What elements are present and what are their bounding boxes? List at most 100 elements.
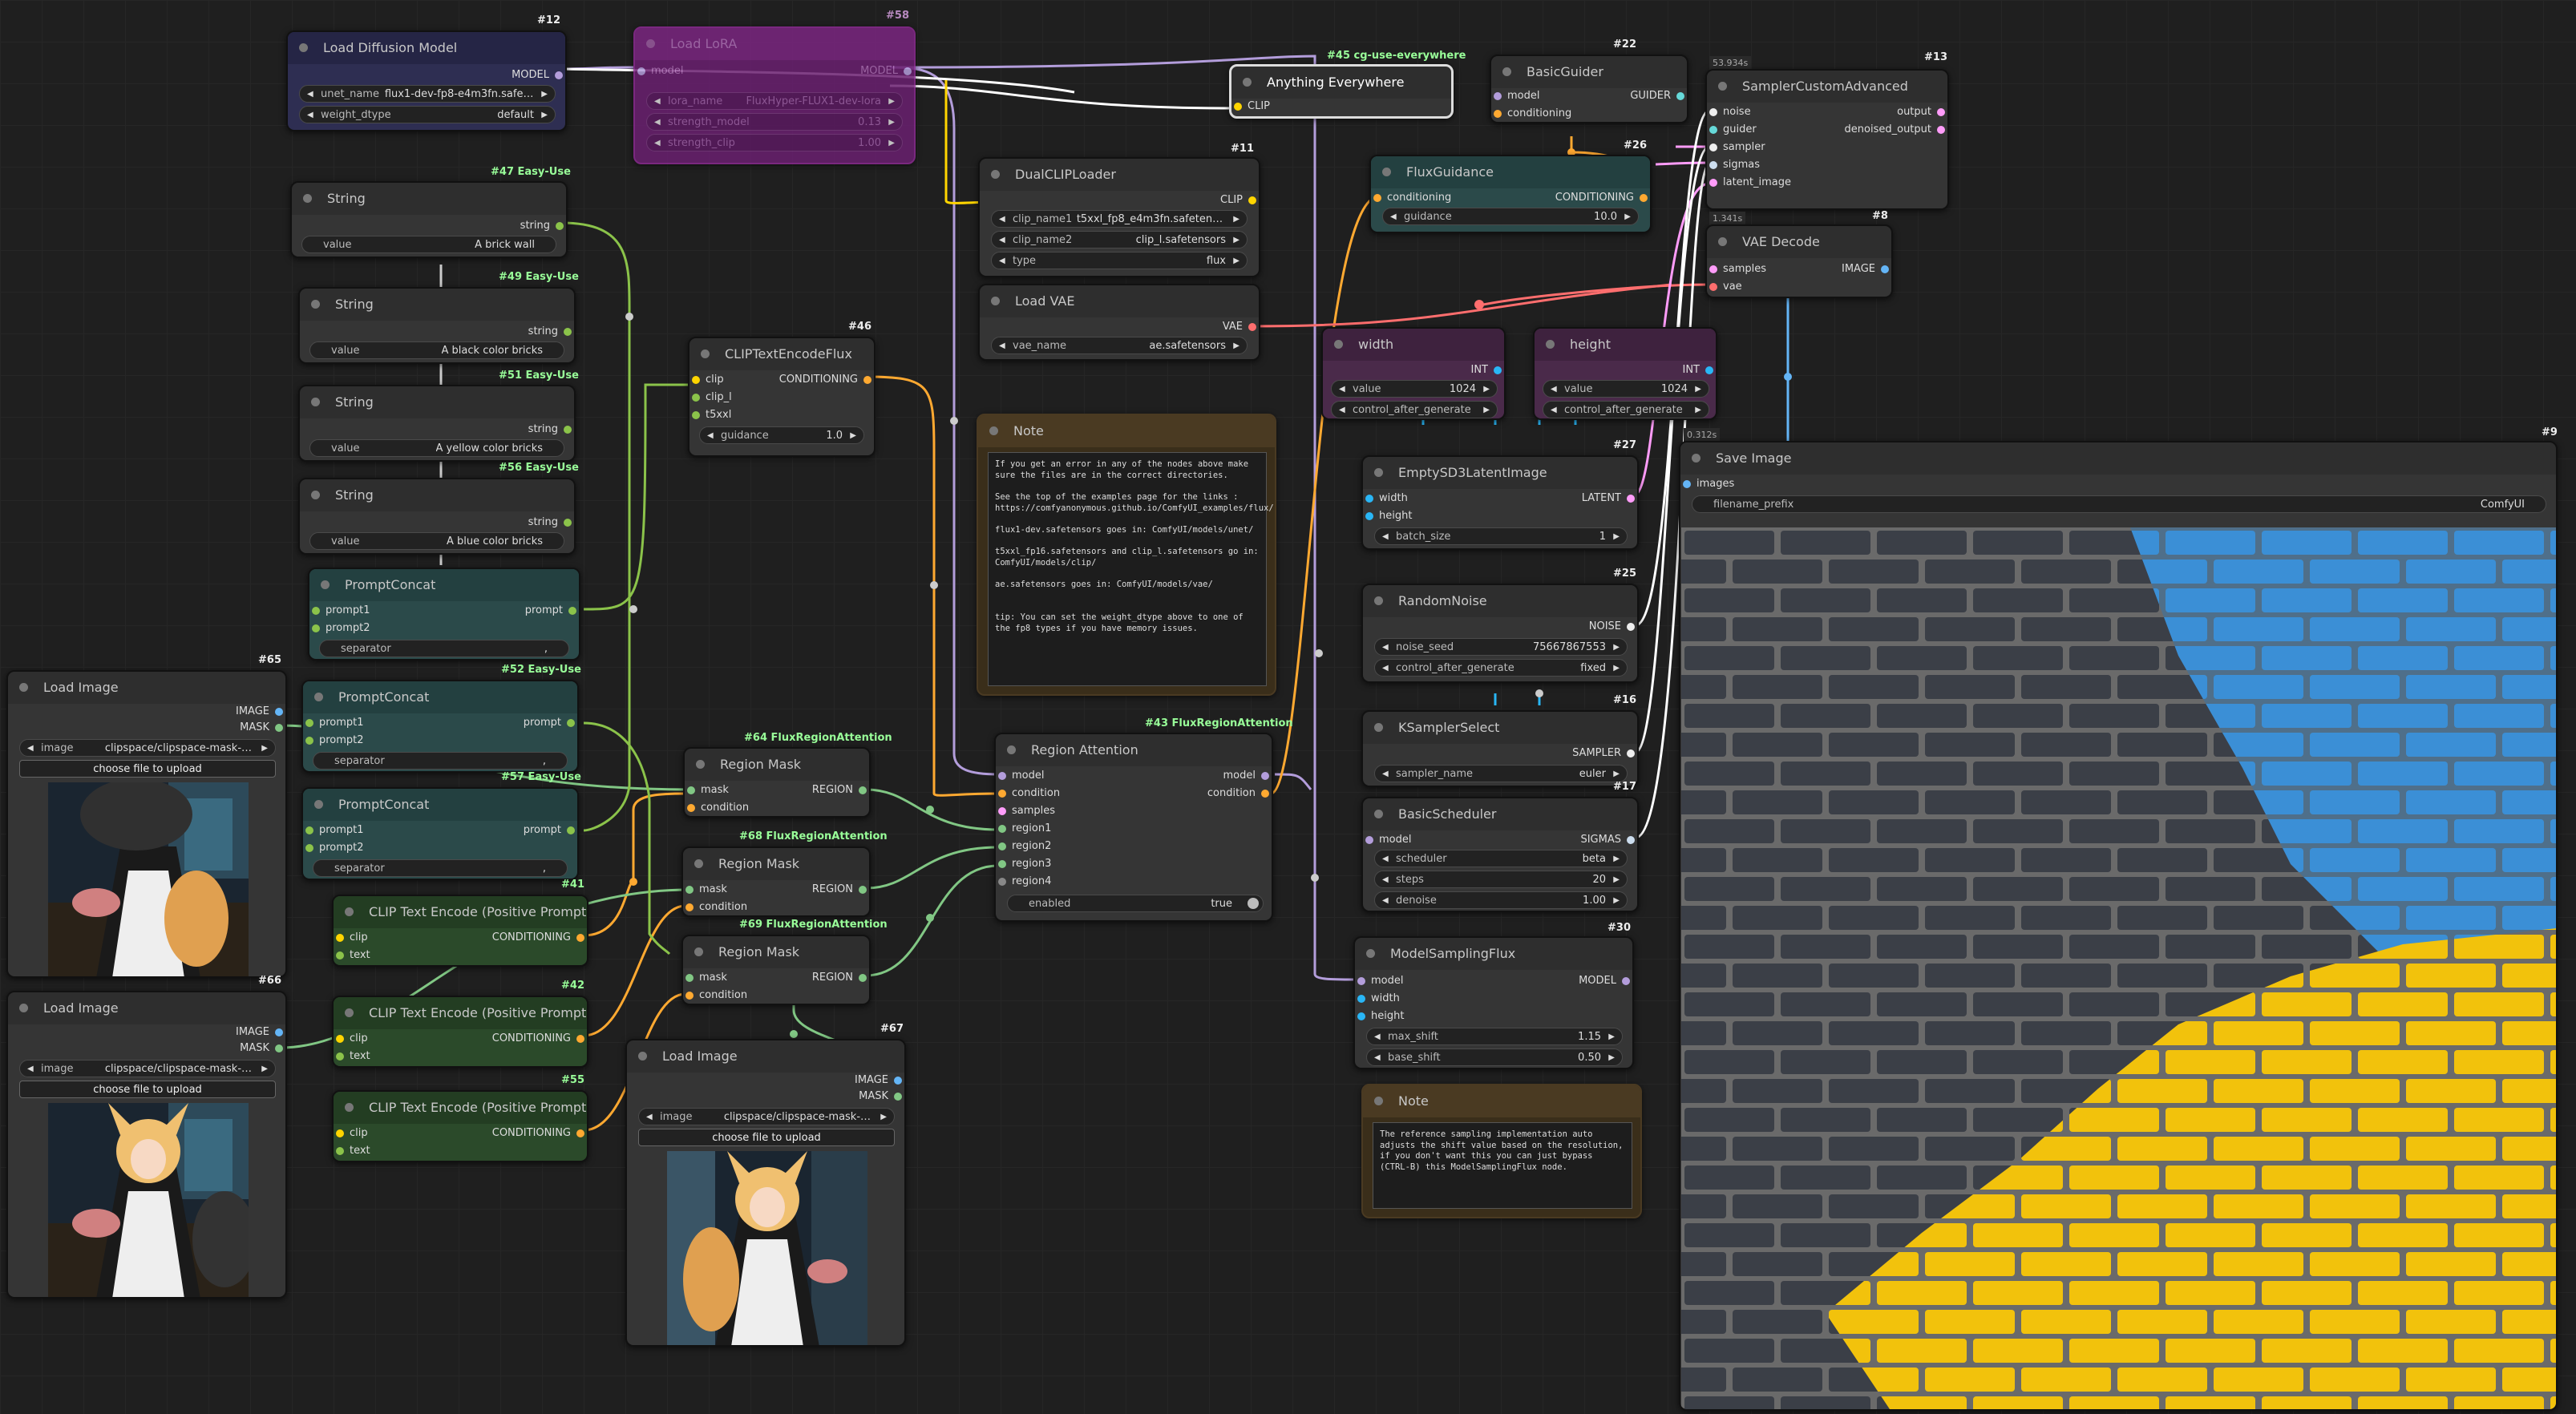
string-value-field[interactable]: value A black color bricks <box>309 341 564 359</box>
output-guider[interactable]: GUIDER <box>1630 88 1687 104</box>
output-prompt[interactable]: prompt <box>525 603 579 619</box>
output-sampler[interactable]: SAMPLER <box>1572 745 1637 762</box>
scheduler-select[interactable]: ◀ scheduler beta ▶ <box>1374 850 1628 867</box>
input-prompt2[interactable]: prompt2 <box>303 733 364 749</box>
node-prompt-concat-3[interactable]: PromptConcat prompt1 prompt prompt2 sepa… <box>301 787 579 880</box>
image-select[interactable]: ◀imageclipspace/clipspace-mask-1508...▶ <box>19 739 276 757</box>
node-save-image[interactable]: Save Image images filename_prefix ComfyUI <box>1679 441 2558 1411</box>
clip-name2-select[interactable]: ◀ clip_name2 clip_l.safetensors ▶ <box>991 231 1248 248</box>
node-anything-everywhere[interactable]: Anything Everywhere CLIP <box>1229 64 1454 119</box>
guidance-field[interactable]: ◀ guidance 1.0 ▶ <box>699 426 864 444</box>
type-select[interactable]: ◀ type flux ▶ <box>991 252 1248 269</box>
lora-name-select[interactable]: ◀ lora_name FluxHyper-FLUX1-dev-lora ▶ <box>646 92 903 110</box>
node-basic-scheduler[interactable]: BasicScheduler model SIGMAS ◀ scheduler be… <box>1361 797 1639 912</box>
denoise-field[interactable]: ◀ denoise 1.00 ▶ <box>1374 891 1628 909</box>
string-value-field[interactable]: value A yellow color bricks <box>309 439 564 457</box>
output-region[interactable]: REGION <box>812 782 869 798</box>
node-clip-text-encode-2[interactable]: CLIP Text Encode (Positive Prompt) clip … <box>332 996 588 1068</box>
input-prompt2[interactable]: prompt2 <box>309 620 370 636</box>
input-samples[interactable]: samples <box>1707 261 1766 277</box>
output-model[interactable]: model <box>1223 768 1272 784</box>
input-model[interactable]: model <box>1355 973 1403 989</box>
input-prompt2[interactable]: prompt2 <box>303 840 364 856</box>
control-after-generate-select[interactable]: ◀ control_after_generate ▶ <box>1543 401 1709 418</box>
input-t5xxl[interactable]: t5xxl <box>689 407 731 423</box>
input-height[interactable]: height <box>1363 508 1412 524</box>
output-condition[interactable]: condition <box>1207 786 1272 802</box>
separator-field[interactable]: separator, <box>319 640 569 657</box>
input-clip[interactable]: clip <box>689 372 724 388</box>
node-sampler-custom-advanced[interactable]: SamplerCustomAdvanced noise output guide… <box>1705 69 1949 210</box>
input-noise[interactable]: noise <box>1707 104 1751 120</box>
node-clip-text-encode-flux[interactable]: CLIPTextEncodeFlux clip CONDITIONING cli… <box>688 337 876 457</box>
input-model[interactable]: model <box>1491 88 1539 104</box>
node-region-mask-1[interactable]: Region Mask mask REGION condition <box>683 747 871 818</box>
upload-button[interactable]: choose file to upload <box>19 760 276 778</box>
output-region[interactable]: REGION <box>812 882 869 898</box>
height-value-field[interactable]: ◀ value 1024 ▶ <box>1543 380 1709 398</box>
node-load-image-67[interactable]: Load Image IMAGE MASK ◀ image clipspace/cl… <box>625 1039 906 1347</box>
output-mask[interactable]: MASK <box>859 1089 904 1105</box>
input-mask[interactable]: mask <box>683 970 727 986</box>
input-height[interactable]: height <box>1355 1008 1404 1024</box>
input-clip-l[interactable]: clip_l <box>689 390 732 406</box>
output-image[interactable]: IMAGE <box>236 704 285 720</box>
output-mask[interactable]: MASK <box>240 720 285 736</box>
output-prompt[interactable]: prompt <box>524 822 577 838</box>
input-text[interactable]: text <box>334 1143 370 1159</box>
output-noise[interactable]: NOISE <box>1589 619 1637 635</box>
enabled-toggle[interactable]: enabled true <box>1007 895 1264 912</box>
clip-name1-select[interactable]: ◀ clip_name1 t5xxl_fp8_e4m3fn.safetens... ▶ <box>991 210 1248 228</box>
node-clip-text-encode-1[interactable]: CLIP Text Encode (Positive Prompt) clip … <box>332 895 588 967</box>
node-region-mask-2[interactable]: Region Mask mask REGION condition <box>681 846 871 917</box>
filename-prefix-field[interactable]: filename_prefix ComfyUI <box>1692 495 2546 513</box>
output-image[interactable]: IMAGE <box>1842 261 1891 277</box>
input-model[interactable]: model <box>1363 832 1411 848</box>
string-value-field[interactable]: value A blue color bricks <box>309 532 564 550</box>
node-prompt-concat-2[interactable]: PromptConcat prompt1 prompt prompt2 sepa… <box>301 680 579 773</box>
input-region2[interactable]: region2 <box>996 838 1051 854</box>
width-value-field[interactable]: ◀ value 1024 ▶ <box>1331 380 1498 398</box>
input-mask[interactable]: mask <box>683 882 727 898</box>
steps-field[interactable]: ◀ steps 20 ▶ <box>1374 871 1628 888</box>
output-output[interactable]: output <box>1897 104 1947 120</box>
node-clip-text-encode-3[interactable]: CLIP Text Encode (Positive Prompt) clip … <box>332 1090 588 1162</box>
node-load-image-66[interactable]: Load Image IMAGE MASK ◀ image clipspace/cl… <box>6 991 287 1299</box>
input-clip[interactable]: CLIP <box>1231 99 1270 115</box>
image-select[interactable]: ◀imageclipspace/clipspace-mask-7940...▶ <box>19 1060 276 1077</box>
input-condition[interactable]: condition <box>996 786 1060 802</box>
node-string-2[interactable]: String string value A black color bricks <box>298 287 576 364</box>
input-prompt1[interactable]: prompt1 <box>309 603 370 619</box>
input-width[interactable]: width <box>1355 991 1400 1007</box>
note-textarea[interactable]: The reference sampling implementation au… <box>1373 1122 1632 1209</box>
node-random-noise[interactable]: RandomNoise NOISE ◀ noise_seed 75667867553… <box>1361 584 1639 683</box>
node-height[interactable]: height INT ◀ value 1024 ▶ ◀ control_after_ge… <box>1533 327 1717 420</box>
input-text[interactable]: text <box>334 947 370 964</box>
input-prompt1[interactable]: prompt1 <box>303 822 364 838</box>
collapse-dot-icon[interactable] <box>299 43 308 52</box>
node-load-image-65[interactable]: Load Image IMAGE MASK ◀ image clipspace/cl… <box>6 670 287 978</box>
input-condition[interactable]: condition <box>683 899 747 915</box>
input-condition[interactable]: condition <box>685 800 749 816</box>
image-select[interactable]: ◀imageclipspace/clipspace-mask-7945...▶ <box>638 1108 895 1125</box>
string-value-field[interactable]: value A brick wall <box>301 236 556 253</box>
noise-seed-field[interactable]: ◀ noise_seed 75667867553 ▶ <box>1374 638 1628 656</box>
input-vae[interactable]: vae <box>1707 279 1742 295</box>
sampler-name-select[interactable]: ◀ sampler_name euler ▶ <box>1374 765 1628 782</box>
output-sigmas[interactable]: SIGMAS <box>1580 832 1637 848</box>
input-images[interactable]: images <box>1680 476 1734 492</box>
input-mask[interactable]: mask <box>685 782 729 798</box>
output-denoised[interactable]: denoised_output <box>1845 122 1947 138</box>
input-guider[interactable]: guider <box>1707 122 1757 138</box>
output-model[interactable]: MODEL <box>860 63 914 79</box>
input-conditioning[interactable]: conditioning <box>1491 106 1571 122</box>
output-conditioning[interactable]: CONDITIONING <box>1555 190 1650 206</box>
node-region-mask-3[interactable]: Region Mask mask REGION condition <box>681 935 871 1005</box>
input-clip[interactable]: clip <box>334 930 368 946</box>
node-string-1[interactable]: String string value A brick wall <box>290 181 568 258</box>
input-samples[interactable]: samples <box>996 803 1055 819</box>
node-flux-guidance[interactable]: FluxGuidance conditioning CONDITIONING ◀… <box>1369 155 1652 233</box>
output-conditioning[interactable]: CONDITIONING <box>492 1125 587 1141</box>
node-string-4[interactable]: String string value A blue color bricks <box>298 478 576 555</box>
node-empty-sd3-latent-image[interactable]: EmptySD3LatentImage width LATENT height … <box>1361 455 1639 550</box>
